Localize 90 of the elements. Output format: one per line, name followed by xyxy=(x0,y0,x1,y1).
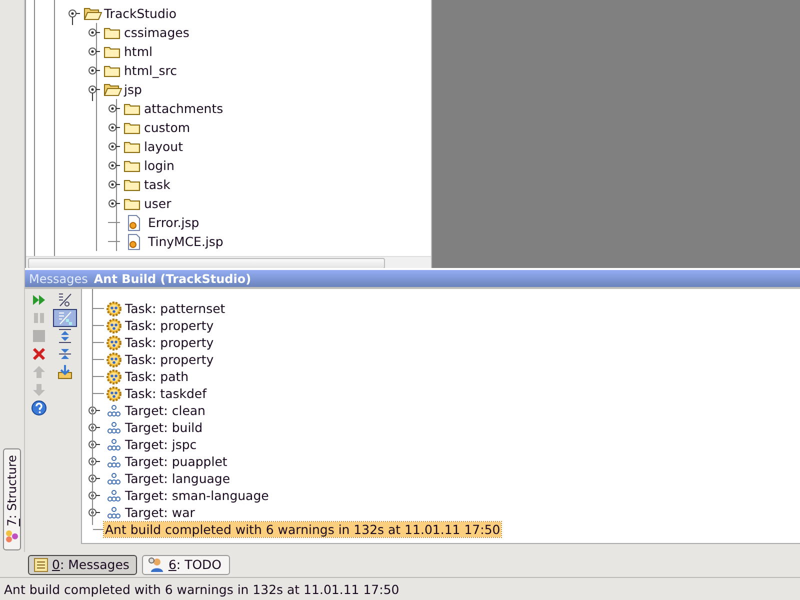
gear-icon xyxy=(106,352,122,368)
expander-icon[interactable] xyxy=(108,104,120,113)
target-icon xyxy=(107,472,121,484)
target-item[interactable]: Target: clean xyxy=(124,403,206,418)
folder-name[interactable]: cssimages xyxy=(124,25,190,40)
folder-icon xyxy=(124,121,140,134)
gear-icon xyxy=(106,318,122,334)
messages-tab[interactable]: 0: Messages xyxy=(28,554,138,574)
tab-title: Ant Build (TrackStudio) xyxy=(94,272,252,286)
target-icon xyxy=(107,404,121,416)
folder-name[interactable]: login xyxy=(144,158,174,173)
folder-name[interactable]: html xyxy=(124,44,152,59)
target-icon xyxy=(107,422,121,434)
task-item[interactable]: Task: path xyxy=(124,369,190,384)
folder-icon xyxy=(124,102,140,115)
expand-all-icon xyxy=(57,328,73,344)
expander-icon[interactable] xyxy=(108,142,120,151)
structure-icon xyxy=(5,529,19,543)
todo-tab[interactable]: 6: TODO xyxy=(142,554,230,574)
folder-name[interactable]: jsp xyxy=(124,82,142,97)
structure-tab[interactable]: 7: Structure xyxy=(3,448,21,550)
gear-icon xyxy=(106,334,122,350)
folder-icon xyxy=(124,140,140,153)
folder-name[interactable]: layout xyxy=(144,139,184,154)
open-folder-icon xyxy=(104,83,122,96)
status-text: Ant build completed with 6 warnings in 132s at 11.01.11 17:50 xyxy=(4,582,400,596)
gear-icon xyxy=(106,368,122,384)
help-icon[interactable] xyxy=(31,400,47,416)
folder-name[interactable]: html_src xyxy=(124,63,177,78)
folder-icon xyxy=(104,45,120,58)
expander-icon[interactable] xyxy=(88,491,100,500)
export-icon xyxy=(57,364,73,380)
expander-icon[interactable] xyxy=(88,66,100,75)
person-icon xyxy=(148,557,164,572)
expander-icon[interactable] xyxy=(88,47,100,56)
target-item[interactable]: Target: jspc xyxy=(124,437,198,452)
target-item[interactable]: Target: sman-language xyxy=(124,488,270,503)
target-item[interactable]: Target: language xyxy=(124,471,232,486)
open-folder-icon xyxy=(84,7,102,20)
expander-icon[interactable] xyxy=(108,123,120,132)
folder-name[interactable]: task xyxy=(144,177,170,192)
folder-name[interactable]: TrackStudio xyxy=(104,6,177,21)
target-item[interactable]: Target: war xyxy=(124,505,196,520)
horizontal-scrollbar[interactable] xyxy=(26,256,431,268)
messages-icon xyxy=(34,558,48,572)
run-icon[interactable] xyxy=(31,292,47,308)
jsp-file-icon xyxy=(128,214,140,230)
close-icon[interactable] xyxy=(31,346,47,362)
gear-icon xyxy=(106,300,122,316)
folder-icon xyxy=(104,26,120,39)
build-message[interactable]: Ant build completed with 6 warnings in 132s at 11.01.11 17:50 xyxy=(104,522,502,537)
target-icon xyxy=(107,490,121,502)
expander-icon[interactable] xyxy=(108,180,120,189)
expander-icon[interactable] xyxy=(88,423,100,432)
folder-icon xyxy=(124,197,140,210)
target-icon xyxy=(107,506,121,518)
target-icon xyxy=(107,456,121,468)
task-item[interactable]: Task: patternset xyxy=(124,301,226,316)
folder-name[interactable]: user xyxy=(144,196,172,211)
expander-icon[interactable] xyxy=(88,440,100,449)
file-name[interactable]: TinyMCE.jsp xyxy=(148,234,224,249)
expander-icon[interactable] xyxy=(88,474,100,483)
jsp-file-icon xyxy=(128,234,140,250)
folder-name[interactable]: attachments xyxy=(144,101,224,116)
task-item[interactable]: Task: taskdef xyxy=(124,386,208,401)
folder-icon xyxy=(104,64,120,77)
folder-icon xyxy=(124,159,140,172)
expander-icon[interactable] xyxy=(68,9,80,25)
file-name[interactable]: Error.jsp xyxy=(148,215,200,230)
expander-icon[interactable] xyxy=(108,199,120,208)
tool-window-title: Messages xyxy=(29,272,88,286)
filter-icon xyxy=(57,310,73,326)
expander-icon[interactable] xyxy=(88,406,100,415)
task-item[interactable]: Task: property xyxy=(124,352,215,367)
gear-icon xyxy=(106,386,122,402)
folder-icon xyxy=(124,178,140,191)
target-item[interactable]: Target: build xyxy=(124,420,204,435)
sort-icon xyxy=(57,292,73,308)
task-item[interactable]: Task: property xyxy=(124,335,215,350)
target-icon xyxy=(107,438,121,450)
collapse-all-icon xyxy=(57,346,73,362)
toggle-button[interactable] xyxy=(53,309,77,327)
expander-icon[interactable] xyxy=(88,28,100,37)
target-item[interactable]: Target: puapplet xyxy=(124,454,228,469)
expander-icon[interactable] xyxy=(108,161,120,170)
expander-icon[interactable] xyxy=(88,508,100,517)
task-item[interactable]: Task: property xyxy=(124,318,215,333)
folder-name[interactable]: custom xyxy=(144,120,190,135)
expander-icon[interactable] xyxy=(88,457,100,466)
expander-icon[interactable] xyxy=(88,85,100,101)
